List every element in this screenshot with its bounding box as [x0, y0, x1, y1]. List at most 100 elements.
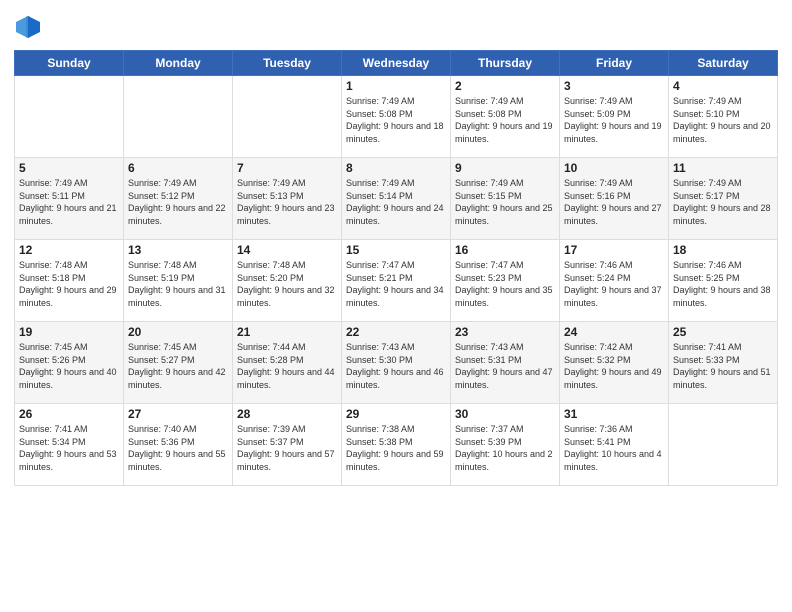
day-header-monday: Monday: [124, 51, 233, 76]
day-info: Sunrise: 7:46 AM Sunset: 5:25 PM Dayligh…: [673, 259, 773, 309]
day-cell: 16 Sunrise: 7:47 AM Sunset: 5:23 PM Dayli…: [451, 240, 560, 322]
day-info: Sunrise: 7:49 AM Sunset: 5:08 PM Dayligh…: [346, 95, 446, 145]
week-row-2: 5 Sunrise: 7:49 AM Sunset: 5:11 PM Daylig…: [15, 158, 778, 240]
day-cell: 31 Sunrise: 7:36 AM Sunset: 5:41 PM Dayli…: [560, 404, 669, 486]
day-info: Sunrise: 7:37 AM Sunset: 5:39 PM Dayligh…: [455, 423, 555, 473]
day-cell: [15, 76, 124, 158]
day-cell: 13 Sunrise: 7:48 AM Sunset: 5:19 PM Dayli…: [124, 240, 233, 322]
day-cell: 5 Sunrise: 7:49 AM Sunset: 5:11 PM Daylig…: [15, 158, 124, 240]
day-number: 22: [346, 325, 446, 339]
day-info: Sunrise: 7:39 AM Sunset: 5:37 PM Dayligh…: [237, 423, 337, 473]
day-number: 8: [346, 161, 446, 175]
day-cell: 14 Sunrise: 7:48 AM Sunset: 5:20 PM Dayli…: [233, 240, 342, 322]
day-cell: 24 Sunrise: 7:42 AM Sunset: 5:32 PM Dayli…: [560, 322, 669, 404]
day-number: 11: [673, 161, 773, 175]
day-info: Sunrise: 7:49 AM Sunset: 5:09 PM Dayligh…: [564, 95, 664, 145]
day-number: 25: [673, 325, 773, 339]
day-cell: [233, 76, 342, 158]
day-info: Sunrise: 7:47 AM Sunset: 5:23 PM Dayligh…: [455, 259, 555, 309]
day-info: Sunrise: 7:40 AM Sunset: 5:36 PM Dayligh…: [128, 423, 228, 473]
day-info: Sunrise: 7:36 AM Sunset: 5:41 PM Dayligh…: [564, 423, 664, 473]
header: [14, 10, 778, 42]
day-number: 24: [564, 325, 664, 339]
day-cell: 11 Sunrise: 7:49 AM Sunset: 5:17 PM Dayli…: [669, 158, 778, 240]
day-info: Sunrise: 7:49 AM Sunset: 5:17 PM Dayligh…: [673, 177, 773, 227]
day-cell: 17 Sunrise: 7:46 AM Sunset: 5:24 PM Dayli…: [560, 240, 669, 322]
day-info: Sunrise: 7:49 AM Sunset: 5:12 PM Dayligh…: [128, 177, 228, 227]
day-info: Sunrise: 7:48 AM Sunset: 5:20 PM Dayligh…: [237, 259, 337, 309]
day-number: 15: [346, 243, 446, 257]
day-cell: 3 Sunrise: 7:49 AM Sunset: 5:09 PM Daylig…: [560, 76, 669, 158]
day-info: Sunrise: 7:48 AM Sunset: 5:19 PM Dayligh…: [128, 259, 228, 309]
day-info: Sunrise: 7:45 AM Sunset: 5:27 PM Dayligh…: [128, 341, 228, 391]
day-number: 6: [128, 161, 228, 175]
day-header-thursday: Thursday: [451, 51, 560, 76]
day-cell: 27 Sunrise: 7:40 AM Sunset: 5:36 PM Dayli…: [124, 404, 233, 486]
week-row-3: 12 Sunrise: 7:48 AM Sunset: 5:18 PM Dayli…: [15, 240, 778, 322]
week-row-1: 1 Sunrise: 7:49 AM Sunset: 5:08 PM Daylig…: [15, 76, 778, 158]
day-header-tuesday: Tuesday: [233, 51, 342, 76]
day-number: 12: [19, 243, 119, 257]
day-number: 18: [673, 243, 773, 257]
day-info: Sunrise: 7:43 AM Sunset: 5:31 PM Dayligh…: [455, 341, 555, 391]
day-info: Sunrise: 7:49 AM Sunset: 5:08 PM Dayligh…: [455, 95, 555, 145]
day-number: 4: [673, 79, 773, 93]
day-number: 31: [564, 407, 664, 421]
page: SundayMondayTuesdayWednesdayThursdayFrid…: [0, 0, 792, 612]
day-number: 3: [564, 79, 664, 93]
day-number: 9: [455, 161, 555, 175]
day-info: Sunrise: 7:47 AM Sunset: 5:21 PM Dayligh…: [346, 259, 446, 309]
day-number: 27: [128, 407, 228, 421]
day-cell: 1 Sunrise: 7:49 AM Sunset: 5:08 PM Daylig…: [342, 76, 451, 158]
day-number: 29: [346, 407, 446, 421]
day-cell: 10Sunrise: 7:49 AM Sunset: 5:16 PM Dayli…: [560, 158, 669, 240]
day-info: Sunrise: 7:41 AM Sunset: 5:34 PM Dayligh…: [19, 423, 119, 473]
day-number: 14: [237, 243, 337, 257]
day-cell: 15 Sunrise: 7:47 AM Sunset: 5:21 PM Dayli…: [342, 240, 451, 322]
day-number: 21: [237, 325, 337, 339]
day-cell: 20Sunrise: 7:45 AM Sunset: 5:27 PM Dayli…: [124, 322, 233, 404]
day-header-saturday: Saturday: [669, 51, 778, 76]
day-cell: 21 Sunrise: 7:44 AM Sunset: 5:28 PM Dayli…: [233, 322, 342, 404]
day-cell: 25 Sunrise: 7:41 AM Sunset: 5:33 PM Dayli…: [669, 322, 778, 404]
day-info: Sunrise: 7:49 AM Sunset: 5:11 PM Dayligh…: [19, 177, 119, 227]
day-info: Sunrise: 7:43 AM Sunset: 5:30 PM Dayligh…: [346, 341, 446, 391]
day-number: 28: [237, 407, 337, 421]
day-cell: 8 Sunrise: 7:49 AM Sunset: 5:14 PM Daylig…: [342, 158, 451, 240]
day-number: 1: [346, 79, 446, 93]
day-info: Sunrise: 7:48 AM Sunset: 5:18 PM Dayligh…: [19, 259, 119, 309]
day-info: Sunrise: 7:49 AM Sunset: 5:10 PM Dayligh…: [673, 95, 773, 145]
day-info: Sunrise: 7:42 AM Sunset: 5:32 PM Dayligh…: [564, 341, 664, 391]
day-info: Sunrise: 7:49 AM Sunset: 5:13 PM Dayligh…: [237, 177, 337, 227]
day-cell: 2Sunrise: 7:49 AM Sunset: 5:08 PM Daylig…: [451, 76, 560, 158]
day-number: 5: [19, 161, 119, 175]
day-number: 13: [128, 243, 228, 257]
day-info: Sunrise: 7:44 AM Sunset: 5:28 PM Dayligh…: [237, 341, 337, 391]
day-number: 17: [564, 243, 664, 257]
day-cell: 19 Sunrise: 7:45 AM Sunset: 5:26 PM Dayli…: [15, 322, 124, 404]
day-number: 7: [237, 161, 337, 175]
day-cell: 6 Sunrise: 7:49 AM Sunset: 5:12 PM Daylig…: [124, 158, 233, 240]
day-info: Sunrise: 7:41 AM Sunset: 5:33 PM Dayligh…: [673, 341, 773, 391]
day-cell: 18 Sunrise: 7:46 AM Sunset: 5:25 PM Dayli…: [669, 240, 778, 322]
calendar-body: 1 Sunrise: 7:49 AM Sunset: 5:08 PM Daylig…: [15, 76, 778, 486]
day-number: 23: [455, 325, 555, 339]
day-cell: 9 Sunrise: 7:49 AM Sunset: 5:15 PM Daylig…: [451, 158, 560, 240]
logo-icon: [14, 14, 42, 42]
day-header-wednesday: Wednesday: [342, 51, 451, 76]
day-cell: [124, 76, 233, 158]
day-header-friday: Friday: [560, 51, 669, 76]
day-number: 16: [455, 243, 555, 257]
day-cell: 30Sunrise: 7:37 AM Sunset: 5:39 PM Dayli…: [451, 404, 560, 486]
day-cell: 22 Sunrise: 7:43 AM Sunset: 5:30 PM Dayli…: [342, 322, 451, 404]
day-number: 19: [19, 325, 119, 339]
day-info: Sunrise: 7:49 AM Sunset: 5:14 PM Dayligh…: [346, 177, 446, 227]
logo: [14, 14, 46, 42]
day-cell: 26Sunrise: 7:41 AM Sunset: 5:34 PM Dayli…: [15, 404, 124, 486]
calendar-header-row: SundayMondayTuesdayWednesdayThursdayFrid…: [15, 51, 778, 76]
day-info: Sunrise: 7:49 AM Sunset: 5:15 PM Dayligh…: [455, 177, 555, 227]
day-info: Sunrise: 7:46 AM Sunset: 5:24 PM Dayligh…: [564, 259, 664, 309]
week-row-5: 26Sunrise: 7:41 AM Sunset: 5:34 PM Dayli…: [15, 404, 778, 486]
day-cell: [669, 404, 778, 486]
day-info: Sunrise: 7:45 AM Sunset: 5:26 PM Dayligh…: [19, 341, 119, 391]
